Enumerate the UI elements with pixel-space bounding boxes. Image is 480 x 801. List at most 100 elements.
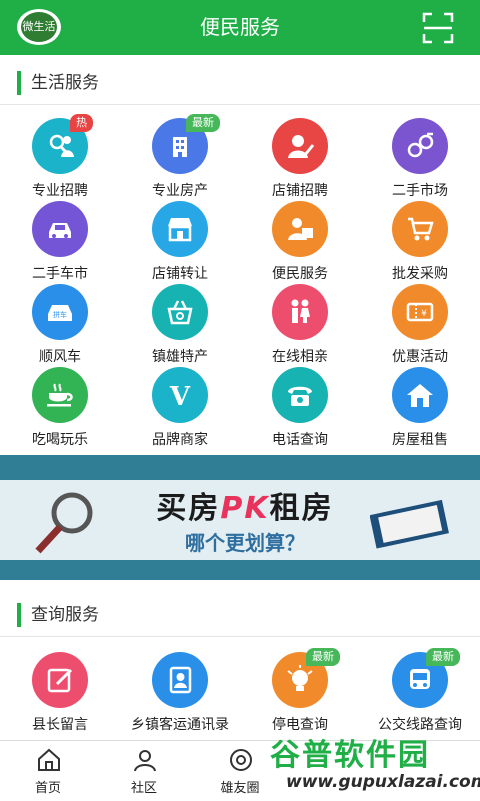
banner-title-buy: 买房 <box>156 491 221 526</box>
svg-text:V: V <box>169 382 191 410</box>
service-item[interactable]: 店铺招聘 <box>240 118 360 200</box>
section-divider <box>0 636 480 637</box>
service-item[interactable]: 乡镇客运通讯录 <box>120 652 240 734</box>
service-label: 专业招聘 <box>32 183 88 199</box>
service-icon-circle <box>152 201 208 257</box>
service-item[interactable]: 批发采购 <box>360 201 480 283</box>
coffee-icon <box>47 383 73 407</box>
service-label: 乡镇客运通讯录 <box>131 717 229 733</box>
nav-community[interactable]: 社区 <box>104 741 184 801</box>
status-badge: 最新 <box>426 648 460 666</box>
service-label: 顺风车 <box>39 349 81 365</box>
service-item[interactable]: ¥ 优惠活动 <box>360 284 480 366</box>
watermark: 谷普软件园 www.gupuxlazai.com <box>262 728 480 800</box>
promo-banner[interactable]: 买房PK租房 哪个更划算？ <box>0 455 480 580</box>
service-icon <box>288 218 313 240</box>
service-icon-circle: ¥ <box>392 284 448 340</box>
v-icon: V <box>169 382 191 410</box>
couple-icon <box>291 299 310 323</box>
service-label: 二手市场 <box>392 183 448 199</box>
service-icon-circle <box>152 284 208 340</box>
service-label: 店铺招聘 <box>272 183 328 199</box>
service-item[interactable]: 镇雄特产 <box>120 284 240 366</box>
service-label: 店铺转让 <box>152 266 208 282</box>
service-label: 便民服务 <box>272 266 328 282</box>
service-icon-circle <box>272 201 328 257</box>
cart-icon <box>408 217 434 241</box>
service-label: 批发采购 <box>392 266 448 282</box>
service-item[interactable]: 二手市场 <box>360 118 480 200</box>
watermark-url: www.gupuxlazai.com <box>286 772 480 792</box>
contacts-icon <box>169 666 192 694</box>
nav-label-home: 首页 <box>34 781 61 796</box>
service-icon-circle <box>272 284 328 340</box>
service-icon-circle <box>272 118 328 174</box>
banner-title: 买房PK租房 <box>110 483 380 527</box>
service-item[interactable]: 最新专业房产 <box>120 114 240 200</box>
community-icon <box>134 750 156 772</box>
service-label: 专业房产 <box>152 183 208 199</box>
carpool-icon: 拼车 <box>48 305 72 321</box>
service-label: 二手车市 <box>32 266 88 282</box>
service-icon-circle <box>32 201 88 257</box>
home-icon <box>38 748 60 771</box>
service-icon-circle: 拼车 <box>32 284 88 340</box>
service-item[interactable]: 最新 停电查询 <box>240 648 360 734</box>
service-item[interactable]: 二手车市 <box>0 201 120 283</box>
top-bar: 微生活 便民服务 <box>0 0 480 55</box>
bulb-icon <box>287 665 313 691</box>
magnifier-icon <box>35 492 93 554</box>
nav-label-community: 社区 <box>130 781 157 796</box>
service-label: 吃喝玩乐 <box>32 432 88 448</box>
service-label: 房屋租售 <box>392 432 448 448</box>
service-icon-circle: V <box>152 367 208 423</box>
service-icon-circle <box>152 652 208 708</box>
svg-text:拼车: 拼车 <box>53 310 67 319</box>
car-icon <box>49 223 71 238</box>
section-divider <box>0 104 480 105</box>
status-badge: 最新 <box>186 114 220 132</box>
service-item[interactable]: 县长留言 <box>0 652 120 734</box>
service-item[interactable]: 电话查询 <box>240 367 360 449</box>
service-item[interactable]: 热专业招聘 <box>0 114 120 200</box>
service-icon-circle <box>272 367 328 423</box>
service-icon-circle <box>392 201 448 257</box>
basket-icon <box>167 300 193 325</box>
ticket-icon: ¥ <box>406 302 434 322</box>
bus-icon <box>410 669 430 689</box>
service-item[interactable]: 店铺转让 <box>120 201 240 283</box>
service-item[interactable]: 房屋租售 <box>360 367 480 449</box>
nav-home[interactable]: 首页 <box>8 741 88 801</box>
banner-title-rent: 租房 <box>269 491 334 526</box>
service-icon-circle <box>32 652 88 708</box>
service-label: 县长留言 <box>32 717 88 733</box>
banner-subtitle: 哪个更划算？ <box>185 531 305 555</box>
banner-title-pk: PK <box>220 491 270 526</box>
service-item[interactable]: V 品牌商家 <box>120 367 240 449</box>
edit-icon <box>47 668 73 693</box>
status-badge: 最新 <box>306 648 340 666</box>
service-label: 品牌商家 <box>152 432 208 448</box>
recruit-icon <box>49 134 74 157</box>
service-item[interactable]: 便民服务 <box>240 201 360 283</box>
scan-icon[interactable] <box>422 12 454 44</box>
page-title: 便民服务 <box>200 15 280 39</box>
status-badge: 热 <box>70 114 93 132</box>
abacus-icon <box>370 499 449 549</box>
phone-icon <box>288 386 312 406</box>
service-item[interactable]: 拼车 顺风车 <box>0 284 120 366</box>
service-label: 电话查询 <box>272 432 328 448</box>
watermark-title: 谷普软件园 <box>270 738 430 773</box>
service-item[interactable]: 在线相亲 <box>240 284 360 366</box>
service-icon-circle <box>32 367 88 423</box>
service-item[interactable]: 最新 公交线路查询 <box>360 648 480 734</box>
exchange-icon <box>407 132 434 158</box>
shop-icon <box>168 218 192 242</box>
section-title-query: 查询服务 <box>17 603 99 627</box>
person-pen-icon <box>288 135 315 158</box>
service-item[interactable]: 吃喝玩乐 <box>0 367 120 449</box>
building-icon <box>173 137 187 157</box>
circle-icon <box>230 749 252 771</box>
section-title-life: 生活服务 <box>17 71 99 95</box>
service-label: 镇雄特产 <box>152 349 208 365</box>
